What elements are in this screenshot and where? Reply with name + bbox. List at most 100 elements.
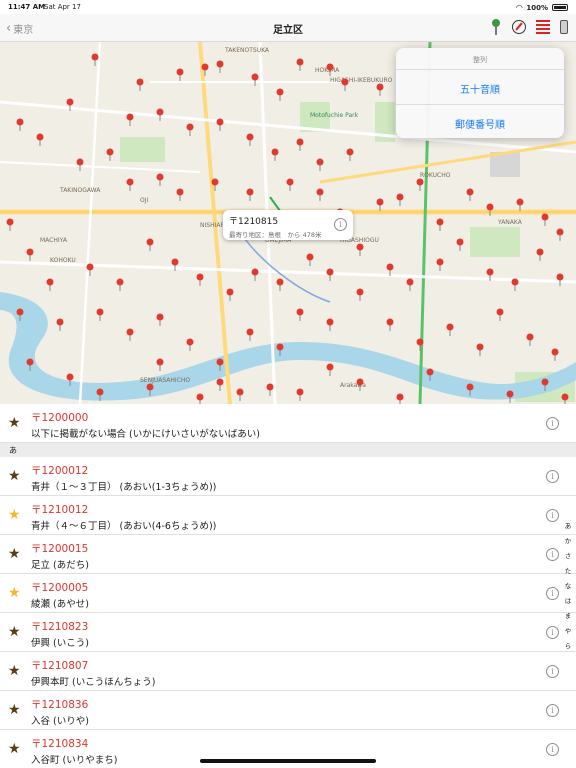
map-pin[interactable]: [541, 213, 549, 227]
map-pin[interactable]: [186, 123, 194, 137]
map-pin[interactable]: [136, 78, 144, 92]
map-pin[interactable]: [266, 383, 274, 397]
favorite-star-icon[interactable]: ★: [8, 664, 22, 678]
map-pin[interactable]: [146, 238, 154, 252]
map-pin[interactable]: [271, 148, 279, 162]
map-pin[interactable]: [356, 243, 364, 257]
map-pin[interactable]: [6, 218, 14, 232]
map-pin[interactable]: [56, 318, 64, 332]
map-pin-icon[interactable]: [490, 19, 502, 35]
map-pin[interactable]: [376, 83, 384, 97]
section-index-item[interactable]: あ: [565, 520, 572, 530]
map-pin[interactable]: [551, 348, 559, 362]
map-pin[interactable]: [16, 118, 24, 132]
map-pin[interactable]: [436, 218, 444, 232]
map-pin[interactable]: [476, 343, 484, 357]
postal-code-list[interactable]: ★ 〒1200000 以下に掲載がない場合 (いかにけいさいがないばあい) i …: [0, 404, 576, 768]
map-pin[interactable]: [296, 308, 304, 322]
map-pin[interactable]: [346, 148, 354, 162]
info-icon[interactable]: i: [546, 743, 559, 756]
map-pin[interactable]: [216, 118, 224, 132]
map-pin[interactable]: [466, 188, 474, 202]
phone-icon[interactable]: [560, 20, 568, 34]
map-pin[interactable]: [306, 253, 314, 267]
section-index-item[interactable]: さ: [565, 550, 572, 560]
map-pin[interactable]: [76, 158, 84, 172]
map-pin[interactable]: [556, 228, 564, 242]
section-index-item[interactable]: た: [565, 565, 572, 575]
map-pin[interactable]: [276, 278, 284, 292]
section-index-item[interactable]: ま: [565, 610, 572, 620]
map-pin[interactable]: [186, 338, 194, 352]
map-pin[interactable]: [156, 358, 164, 372]
section-index-item[interactable]: な: [565, 580, 572, 590]
map-pin[interactable]: [46, 278, 54, 292]
map-pin[interactable]: [316, 158, 324, 172]
info-icon[interactable]: i: [546, 704, 559, 717]
list-item[interactable]: ★ 〒1210836 入谷 (いりや) i: [0, 691, 576, 730]
map-pin[interactable]: [326, 318, 334, 332]
list-item[interactable]: ★ 〒1210823 伊興 (いこう) i: [0, 613, 576, 652]
map-pin[interactable]: [296, 138, 304, 152]
map-pin[interactable]: [126, 328, 134, 342]
map-pin[interactable]: [406, 278, 414, 292]
map-pin[interactable]: [556, 273, 564, 287]
list-item[interactable]: ★ 〒1200000 以下に掲載がない場合 (いかにけいさいがないばあい) i: [0, 404, 576, 443]
section-index-item[interactable]: は: [565, 595, 572, 605]
map-pin[interactable]: [396, 193, 404, 207]
map-pin[interactable]: [436, 258, 444, 272]
favorite-star-icon[interactable]: ★: [8, 703, 22, 717]
map-pin[interactable]: [216, 378, 224, 392]
map-pin[interactable]: [36, 133, 44, 147]
map-pin[interactable]: [236, 388, 244, 402]
map-pin[interactable]: [196, 393, 204, 405]
map-pin[interactable]: [176, 68, 184, 82]
map-pin[interactable]: [176, 188, 184, 202]
list-item[interactable]: ★ 〒1210807 伊興本町 (いこうほんちょう) i: [0, 652, 576, 691]
map-pin[interactable]: [376, 198, 384, 212]
map-pin[interactable]: [91, 53, 99, 67]
map-pin[interactable]: [226, 288, 234, 302]
favorite-star-icon[interactable]: ★: [8, 625, 22, 639]
list-item[interactable]: ★ 〒1200015 足立 (あだち) i: [0, 535, 576, 574]
map-pin[interactable]: [96, 308, 104, 322]
map-pin[interactable]: [251, 268, 259, 282]
map-pin[interactable]: [511, 278, 519, 292]
map-pin[interactable]: [246, 188, 254, 202]
map-pin[interactable]: [276, 88, 284, 102]
map-pin[interactable]: [326, 363, 334, 377]
info-icon[interactable]: i: [546, 626, 559, 639]
favorite-star-icon[interactable]: ★: [8, 508, 22, 522]
section-index-item[interactable]: か: [565, 535, 572, 545]
list-item[interactable]: ★ 〒1210012 青井（４～６丁目） (あおい(4-6ちょうめ)) i: [0, 496, 576, 535]
info-icon[interactable]: i: [546, 470, 559, 483]
map-pin[interactable]: [116, 278, 124, 292]
map-pin[interactable]: [416, 178, 424, 192]
map-pin[interactable]: [286, 178, 294, 192]
map-pin[interactable]: [26, 248, 34, 262]
favorite-star-icon[interactable]: ★: [8, 416, 22, 430]
map-pin[interactable]: [526, 333, 534, 347]
section-index-bar[interactable]: あかさたなはまやら: [563, 520, 573, 650]
info-icon[interactable]: i: [334, 218, 347, 231]
map-pin[interactable]: [296, 58, 304, 72]
map-pin[interactable]: [446, 323, 454, 337]
info-icon[interactable]: i: [546, 548, 559, 561]
map-pin[interactable]: [216, 60, 224, 74]
map-pin[interactable]: [126, 113, 134, 127]
map-pin[interactable]: [516, 198, 524, 212]
favorite-star-icon[interactable]: ★: [8, 547, 22, 561]
favorite-star-icon[interactable]: ★: [8, 742, 22, 756]
list-item[interactable]: ★ 〒1200012 青井（１～３丁目） (あおい(1-3ちょうめ)) i: [0, 457, 576, 496]
map-pin[interactable]: [536, 248, 544, 262]
map-pin[interactable]: [561, 393, 569, 405]
section-index-item[interactable]: や: [565, 625, 572, 635]
compass-icon[interactable]: [512, 20, 526, 34]
map-pin[interactable]: [316, 188, 324, 202]
sort-option-postal-code[interactable]: 郵便番号順: [396, 104, 564, 138]
map-callout[interactable]: 〒1210815 最寄り地区：島根 から 478米 i: [223, 210, 353, 240]
map-pin[interactable]: [496, 308, 504, 322]
map-pin[interactable]: [296, 388, 304, 402]
favorite-star-icon[interactable]: ★: [8, 586, 22, 600]
map-pin[interactable]: [196, 273, 204, 287]
